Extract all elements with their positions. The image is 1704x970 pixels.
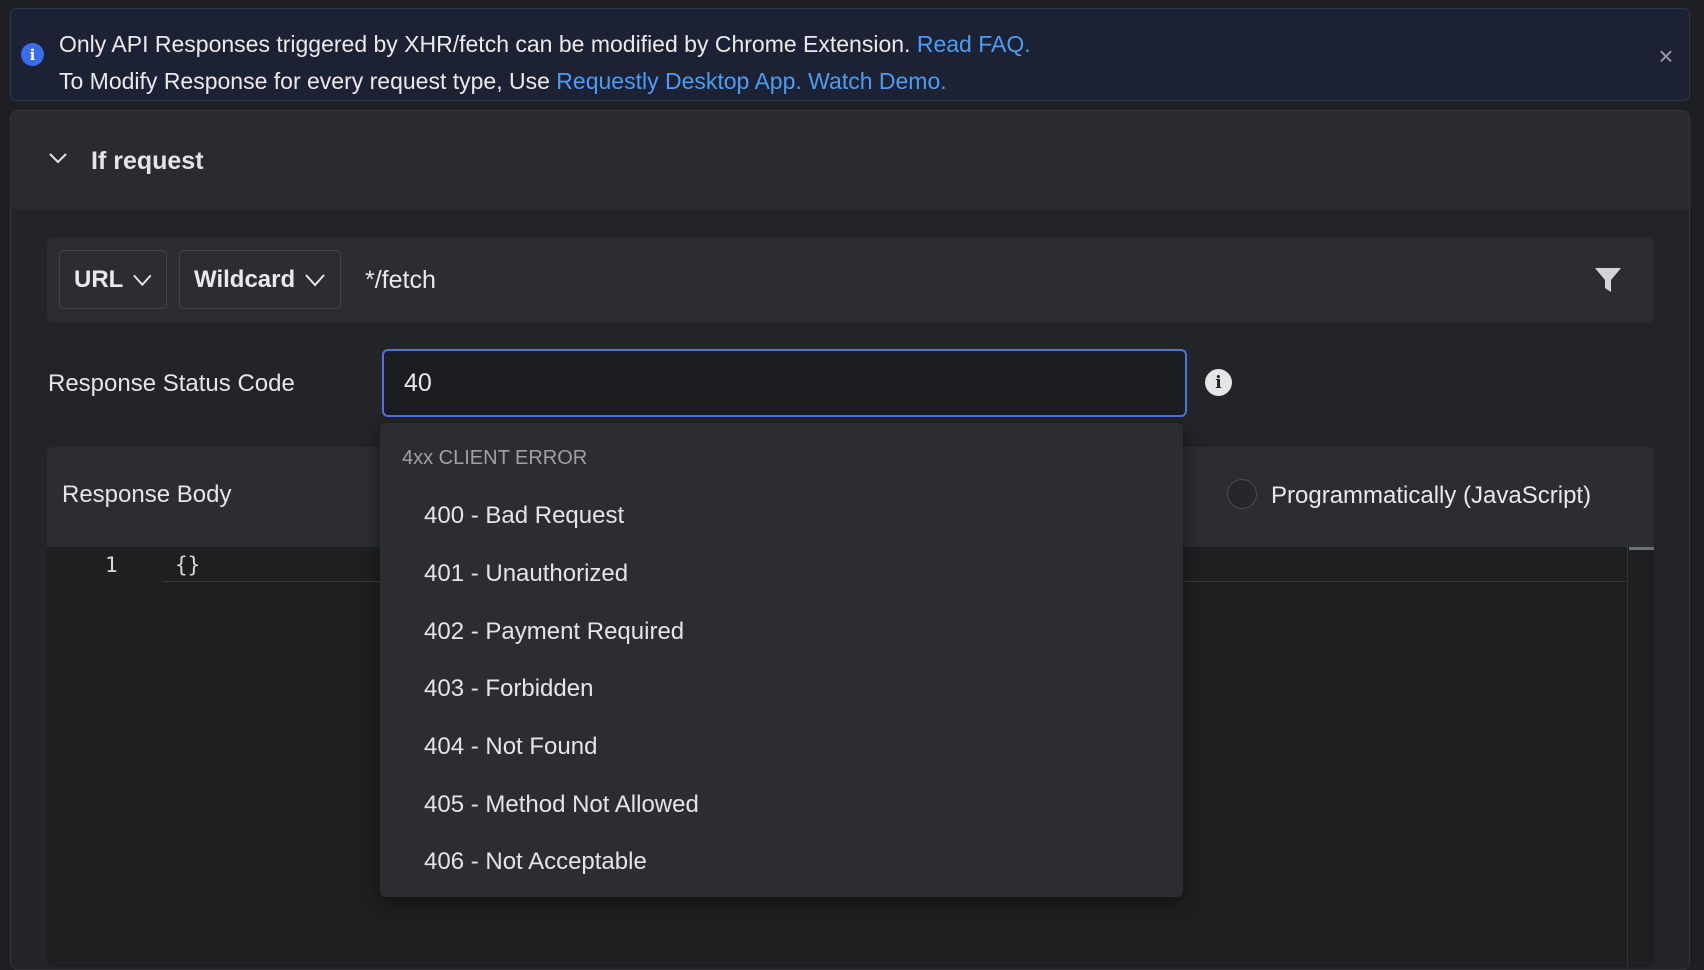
response-body-label: Response Body <box>62 481 232 508</box>
programmatic-radio[interactable] <box>1227 479 1257 509</box>
url-condition-row: URL Wildcard <box>47 238 1654 322</box>
programmatic-option-label[interactable]: Programmatically (JavaScript) <box>1271 482 1591 510</box>
banner-line-1-text: Only API Responses triggered by XHR/fetc… <box>59 31 911 57</box>
status-code-label: Response Status Code <box>48 370 295 397</box>
banner-line-2-text: To Modify Response for every request typ… <box>59 68 550 94</box>
dropdown-group-label: 4xx CLIENT ERROR <box>402 447 588 469</box>
line-number: 1 <box>105 553 118 577</box>
chevron-down-icon <box>133 274 152 286</box>
chevron-down-icon[interactable] <box>47 147 69 169</box>
if-request-header[interactable]: If request <box>11 111 1689 209</box>
dropdown-option[interactable]: 401 - Unauthorized <box>424 560 628 588</box>
close-icon[interactable]: × <box>1655 43 1677 69</box>
dropdown-option[interactable]: 402 - Payment Required <box>424 618 684 646</box>
banner-line-1: Only API Responses triggered by XHR/fetc… <box>59 31 1031 58</box>
info-icon[interactable]: i <box>1205 369 1232 396</box>
info-banner: i Only API Responses triggered by XHR/fe… <box>10 8 1690 101</box>
dropdown-option[interactable]: 404 - Not Found <box>424 733 597 761</box>
editor-scrollbar[interactable] <box>1627 547 1654 967</box>
status-code-dropdown: 4xx CLIENT ERROR 400 - Bad Request 401 -… <box>380 423 1183 897</box>
chevron-down-icon <box>305 273 325 286</box>
desktop-app-link[interactable]: Requestly Desktop App. <box>556 68 801 94</box>
read-faq-link[interactable]: Read FAQ. <box>917 31 1031 57</box>
dropdown-option[interactable]: 400 - Bad Request <box>424 502 624 530</box>
watch-demo-link[interactable]: Watch Demo. <box>808 68 946 94</box>
section-title: If request <box>91 147 204 175</box>
filter-icon[interactable] <box>1594 266 1622 294</box>
dropdown-option[interactable]: 403 - Forbidden <box>424 675 593 703</box>
operator-select[interactable]: Wildcard <box>179 250 341 309</box>
source-key-value: URL <box>74 265 124 293</box>
dropdown-option[interactable]: 405 - Method Not Allowed <box>424 791 699 819</box>
dropdown-option[interactable]: 406 - Not Acceptable <box>424 848 647 876</box>
url-input[interactable] <box>365 258 1465 302</box>
banner-line-2: To Modify Response for every request typ… <box>59 68 947 95</box>
scroll-thumb[interactable] <box>1629 547 1654 550</box>
info-icon: i <box>21 43 44 66</box>
operator-value: Wildcard <box>194 265 296 293</box>
source-key-select[interactable]: URL <box>59 250 167 309</box>
status-code-input[interactable] <box>382 349 1187 417</box>
editor-code[interactable]: {} <box>175 553 200 577</box>
